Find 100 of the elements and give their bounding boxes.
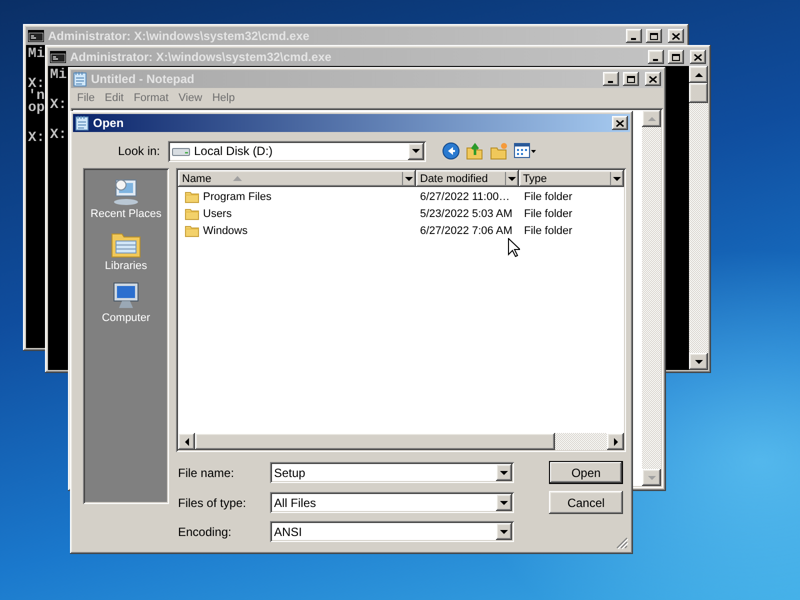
column-dropdown[interactable] — [610, 172, 622, 185]
dropdown-field[interactable]: ANSI — [270, 521, 514, 542]
console-text: 'n — [28, 90, 45, 102]
file-type: File folder — [524, 190, 572, 202]
dropdown-field[interactable]: Setup — [270, 462, 514, 483]
field-label: Encoding: — [177, 524, 232, 538]
notepad-icon — [75, 115, 89, 131]
column-header[interactable]: Type — [519, 170, 624, 187]
arrow-left-icon — [184, 438, 188, 446]
places-item[interactable]: Recent Places — [86, 174, 166, 222]
scroll-thumb[interactable] — [689, 83, 708, 103]
arrow-down-icon — [500, 470, 508, 474]
scroll-up-button[interactable] — [642, 110, 661, 127]
file-row[interactable]: Program Files 6/27/2022 11:00… File folder — [178, 188, 624, 205]
file-name: Users — [203, 208, 232, 220]
dropdown-button[interactable] — [496, 523, 512, 540]
field-label: File name: — [177, 466, 236, 480]
minimize-button[interactable] — [603, 72, 619, 86]
places-item[interactable]: Libraries — [86, 226, 166, 274]
mouse-pointer-icon — [508, 238, 520, 257]
arrow-down-icon — [500, 530, 508, 534]
close-icon — [672, 32, 680, 40]
column-dropdown[interactable] — [505, 172, 517, 185]
dropdown-field[interactable]: All Files — [270, 492, 514, 513]
dropdown-button[interactable] — [496, 494, 512, 511]
maximize-button[interactable] — [646, 29, 662, 43]
arrow-down-icon — [648, 476, 656, 480]
resize-grip-icon[interactable] — [616, 537, 628, 549]
field-label: Files of type: — [177, 496, 248, 510]
console-text: X: — [50, 129, 67, 141]
folder-icon — [185, 224, 199, 237]
close-button[interactable] — [668, 29, 684, 43]
scroll-down-button[interactable] — [642, 469, 661, 486]
drive-icon — [172, 146, 190, 156]
horizontal-scrollbar[interactable] — [178, 433, 624, 450]
arrow-up-icon — [648, 116, 656, 120]
maximize-icon — [627, 76, 635, 82]
minimize-button[interactable] — [648, 50, 664, 64]
console-text: Mi — [50, 69, 67, 81]
file-row[interactable]: Windows 6/27/2022 7:06 AM File folder — [178, 222, 624, 239]
dropdown-button[interactable] — [496, 464, 512, 481]
file-row[interactable]: Users 5/23/2022 5:03 AM File folder — [178, 205, 624, 222]
date-modified: 6/27/2022 7:06 AM — [420, 224, 512, 236]
date-modified: 5/23/2022 5:03 AM — [420, 208, 512, 220]
arrow-down-icon — [694, 360, 702, 364]
dialog-button[interactable]: Open — [549, 461, 623, 484]
maximize-icon — [672, 54, 680, 60]
arrow-down-icon — [612, 176, 620, 180]
scroll-down-button[interactable] — [689, 353, 708, 370]
close-icon — [649, 76, 657, 82]
back-icon[interactable] — [442, 142, 460, 160]
column-header[interactable]: Date modified — [416, 170, 519, 187]
console-text: op — [28, 102, 45, 114]
window-title: Untitled - Notepad — [91, 72, 196, 86]
arrow-down-icon — [500, 500, 508, 504]
field-label: Look in: — [116, 144, 161, 158]
dialog-button[interactable]: Cancel — [549, 491, 623, 514]
maximize-button[interactable] — [668, 50, 684, 64]
console-text: X: — [50, 99, 67, 111]
maximize-icon — [650, 32, 658, 40]
file-name: Program Files — [203, 190, 272, 202]
console-text: Mi — [28, 48, 45, 60]
close-button[interactable] — [690, 50, 706, 64]
close-icon — [616, 120, 624, 126]
dropdown-button[interactable] — [408, 142, 424, 160]
file-type: File folder — [524, 208, 572, 220]
view-menu-icon[interactable] — [514, 143, 536, 159]
scroll-right-button[interactable] — [607, 433, 624, 450]
scroll-up-button[interactable] — [689, 66, 708, 83]
close-button[interactable] — [645, 72, 661, 86]
column-header[interactable]: Name — [178, 170, 416, 187]
scroll-thumb[interactable] — [195, 433, 555, 450]
file-name: Windows — [203, 224, 248, 236]
scrollbar[interactable] — [642, 110, 661, 486]
close-icon — [694, 54, 702, 60]
minimize-button[interactable] — [626, 29, 642, 43]
column-dropdown[interactable] — [402, 172, 414, 185]
date-modified: 6/27/2022 11:00… — [420, 190, 510, 202]
folder-icon — [185, 190, 199, 203]
console-text: X: — [28, 132, 45, 144]
places-item[interactable]: Computer — [86, 278, 166, 326]
arrow-right-icon — [614, 438, 618, 446]
close-button[interactable] — [612, 116, 628, 130]
file-type: File folder — [524, 224, 572, 236]
arrow-down-icon — [508, 176, 516, 180]
folder-icon — [185, 207, 199, 220]
scrollbar[interactable] — [689, 66, 708, 370]
notepad-icon — [73, 71, 87, 87]
console-icon — [28, 30, 44, 42]
console-text: X: — [28, 78, 45, 90]
console-icon — [50, 51, 66, 63]
window-title: Administrator: X:\windows\system32\cmd.exe — [48, 29, 310, 43]
look-in-dropdown[interactable]: Local Disk (D:) — [168, 140, 426, 162]
scroll-left-button[interactable] — [178, 433, 195, 450]
arrow-down-icon — [412, 149, 420, 153]
maximize-button[interactable] — [623, 72, 639, 86]
window-title: Administrator: X:\windows\system32\cmd.exe — [70, 50, 332, 64]
arrow-up-icon — [694, 72, 702, 76]
window-title: Open — [93, 116, 125, 130]
arrow-down-icon — [404, 176, 412, 180]
